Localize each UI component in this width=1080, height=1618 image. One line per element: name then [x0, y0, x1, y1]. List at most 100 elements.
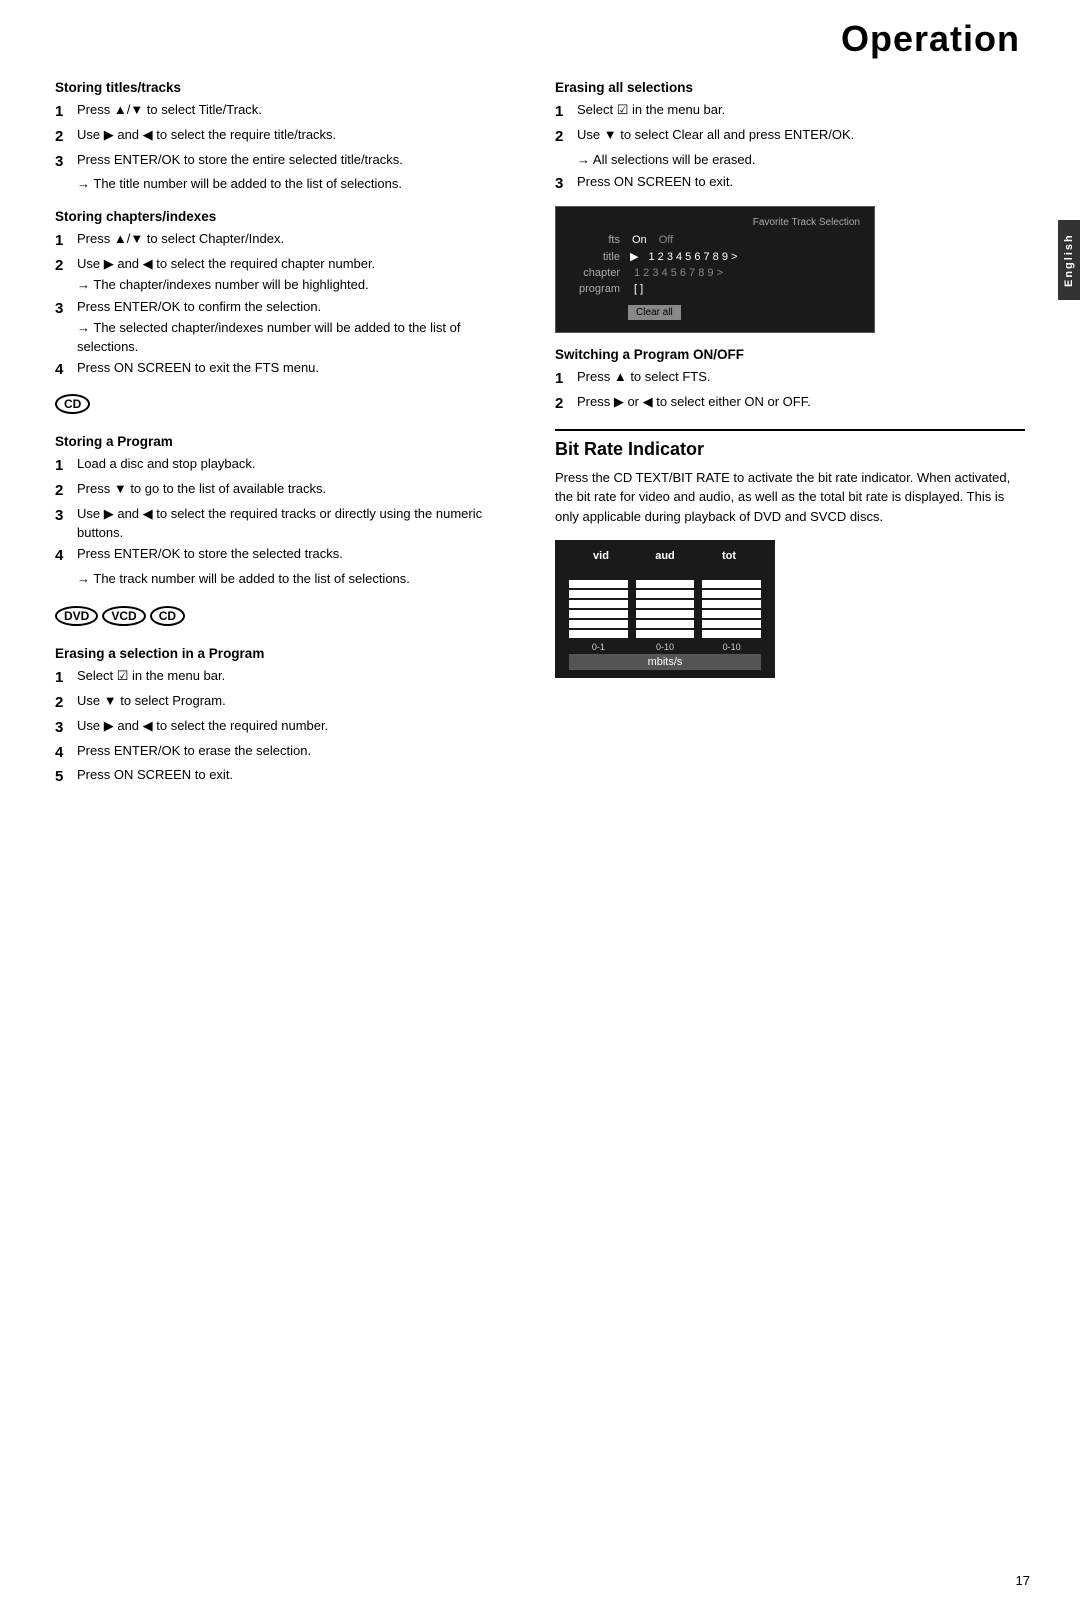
list-item: Use ▶ and ◀ to select the required chapt…	[55, 255, 525, 295]
bit-rate-divider	[555, 429, 1025, 431]
screen-clear-button: Clear all	[628, 305, 681, 320]
screen-title-row: title ▶ 1 2 3 4 5 6 7 8 9 >	[570, 250, 860, 263]
section-erasing-selection-title: Erasing a selection in a Program	[55, 646, 525, 661]
page-title: Operation	[841, 18, 1020, 59]
list-item: Use ▼ to select Program.	[55, 692, 525, 714]
erasing-selection-list: Select ☑ in the menu bar. Use ▼ to selec…	[55, 667, 525, 788]
vid-col-label: vid	[569, 550, 633, 562]
erasing-all-list-cont: Press ON SCREEN to exit.	[555, 173, 1025, 195]
bar-seg	[636, 610, 695, 618]
screen-chapter-label: chapter	[570, 267, 620, 279]
cd-label: CD	[55, 394, 90, 414]
section-switching-program-title: Switching a Program ON/OFF	[555, 347, 1025, 362]
bar-seg	[636, 590, 695, 598]
list-item: Use ▶ and ◀ to select the require title/…	[55, 126, 525, 148]
list-item: Load a disc and stop playback.	[55, 455, 525, 477]
favorite-track-screen: Favorite Track Selection fts On Off titl…	[555, 206, 875, 333]
list-item: Press ON SCREEN to exit the FTS menu.	[55, 359, 525, 381]
list-item: Use ▼ to select Clear all and press ENTE…	[555, 126, 1025, 148]
screen-program-label: program	[570, 283, 620, 295]
bit-rate-unit: mbits/s	[569, 654, 761, 670]
bar-seg	[569, 630, 628, 638]
tot-col-label: tot	[697, 550, 761, 562]
screen-program-value: [ ]	[634, 283, 643, 295]
bar-seg	[702, 610, 761, 618]
bar-seg	[702, 630, 761, 638]
aud-col-label: aud	[633, 550, 697, 562]
bar-seg	[702, 620, 761, 628]
main-content: Storing titles/tracks Press ▲/▼ to selec…	[0, 70, 1080, 821]
list-item: Press ▼ to go to the list of available t…	[55, 480, 525, 502]
storing-titles-list: Press ▲/▼ to select Title/Track. Use ▶ a…	[55, 101, 525, 172]
aud-scale: 0-10	[636, 642, 695, 652]
screen-fts-row: fts On Off	[570, 234, 860, 246]
screen-chapter-row: chapter 1 2 3 4 5 6 7 8 9 >	[570, 267, 860, 279]
note-erasing: All selections will be erased.	[577, 151, 1025, 169]
bar-seg	[702, 580, 761, 588]
switching-program-list: Press ▲ to select FTS. Press ▶ or ◀ to s…	[555, 368, 1025, 415]
left-column: Storing titles/tracks Press ▲/▼ to selec…	[55, 80, 525, 791]
screen-title-arrow: ▶	[630, 250, 638, 263]
page-header: Operation	[0, 0, 1080, 70]
aud-bar-col	[636, 580, 695, 638]
language-tab: English	[1058, 220, 1080, 300]
bar-seg	[702, 590, 761, 598]
bit-rate-description: Press the CD TEXT/BIT RATE to activate t…	[555, 468, 1025, 527]
screen-title: Favorite Track Selection	[570, 217, 860, 228]
bar-seg	[636, 620, 695, 628]
bit-rate-display: vid aud tot	[555, 540, 775, 678]
bar-seg	[569, 610, 628, 618]
bar-seg	[636, 600, 695, 608]
bar-seg	[569, 600, 628, 608]
list-item: Press ENTER/OK to store the selected tra…	[55, 545, 525, 567]
list-item: Use ▶ and ◀ to select the required track…	[55, 505, 525, 543]
bar-seg	[569, 590, 628, 598]
list-item: Press ON SCREEN to exit.	[555, 173, 1025, 195]
list-item: Press ENTER/OK to store the entire selec…	[55, 151, 525, 173]
erasing-all-list: Select ☑ in the menu bar. Use ▼ to selec…	[555, 101, 1025, 148]
screen-title-numbers: 1 2 3 4 5 6 7 8 9 >	[648, 251, 737, 263]
screen-program-row: program [ ]	[570, 283, 860, 295]
list-item: Select ☑ in the menu bar.	[55, 667, 525, 689]
storing-program-list: Load a disc and stop playback. Press ▼ t…	[55, 455, 525, 567]
screen-chapter-numbers: 1 2 3 4 5 6 7 8 9 >	[634, 267, 723, 279]
list-item: Press ENTER/OK to confirm the selection.…	[55, 298, 525, 357]
section-erasing-all-title: Erasing all selections	[555, 80, 1025, 95]
note-title: The title number will be added to the li…	[77, 175, 525, 193]
list-item: Press ▲/▼ to select Title/Track.	[55, 101, 525, 123]
list-item: Press ENTER/OK to erase the selection.	[55, 742, 525, 764]
bar-row	[569, 568, 761, 638]
bit-rate-title: Bit Rate Indicator	[555, 439, 1025, 460]
cd-label2: CD	[150, 606, 185, 626]
vcd-label: VCD	[102, 606, 145, 626]
screen-on-label: On	[632, 234, 647, 246]
vid-scale: 0-1	[569, 642, 628, 652]
screen-title-label: title	[570, 251, 620, 263]
right-column: Erasing all selections Select ☑ in the m…	[555, 80, 1025, 791]
section-storing-chapters-title: Storing chapters/indexes	[55, 209, 525, 224]
list-item: Press ▲/▼ to select Chapter/Index.	[55, 230, 525, 252]
list-item: Press ▲ to select FTS.	[555, 368, 1025, 390]
page-number: 17	[1016, 1573, 1030, 1588]
list-item: Press ON SCREEN to exit.	[55, 766, 525, 788]
screen-fts-label: fts	[570, 234, 620, 246]
screen-clear-area: Clear all	[628, 301, 860, 320]
tot-bar-col	[702, 580, 761, 638]
list-item: Press ▶ or ◀ to select either ON or OFF.	[555, 393, 1025, 415]
dvd-vcd-cd-badge: DVD VCD CD	[55, 606, 185, 626]
storing-chapters-list: Press ▲/▼ to select Chapter/Index. Use ▶…	[55, 230, 525, 381]
bit-rate-scale: 0-1 0-10 0-10	[569, 642, 761, 652]
section-storing-program-title: Storing a Program	[55, 434, 525, 449]
bar-seg	[702, 600, 761, 608]
screen-off-label: Off	[659, 234, 673, 246]
tot-scale: 0-10	[702, 642, 761, 652]
section-storing-titles-title: Storing titles/tracks	[55, 80, 525, 95]
vid-bar-col	[569, 580, 628, 638]
bar-seg	[636, 630, 695, 638]
cd-disc-badge: CD	[55, 394, 90, 414]
bar-seg	[569, 580, 628, 588]
bar-seg	[636, 580, 695, 588]
list-item: Select ☑ in the menu bar.	[555, 101, 1025, 123]
bar-seg	[569, 620, 628, 628]
bit-rate-header: vid aud tot	[569, 550, 761, 562]
